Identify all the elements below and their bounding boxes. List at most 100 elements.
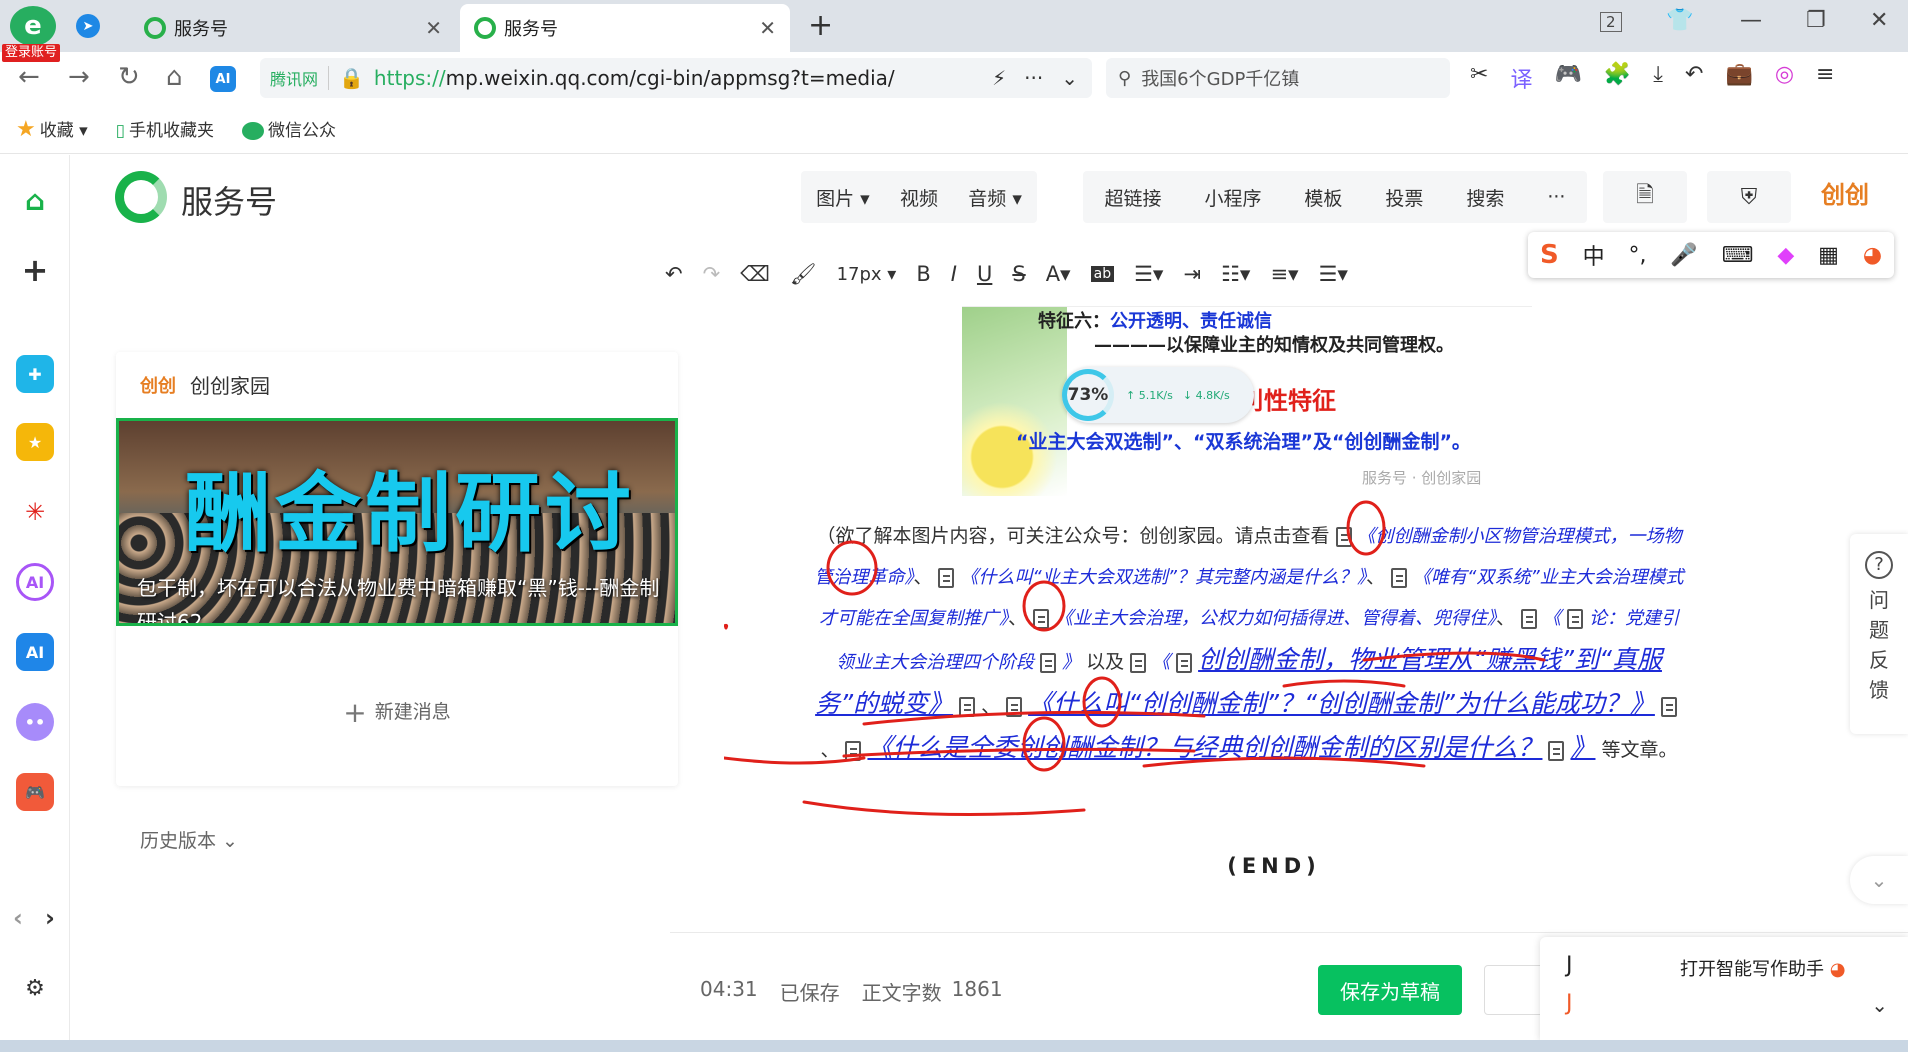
bookmark-favorites[interactable]: ★ 收藏 ▾ bbox=[16, 116, 88, 142]
back-icon[interactable]: ← bbox=[18, 62, 40, 92]
app-network-icon[interactable]: ✳ bbox=[16, 493, 54, 531]
article-link-5-open[interactable]: 《 bbox=[1543, 608, 1561, 629]
chevron-down-icon[interactable]: ⌄ bbox=[1061, 66, 1078, 90]
article-link-5-close[interactable]: 》 bbox=[1062, 652, 1080, 673]
align-icon[interactable]: ☰▾ bbox=[1134, 262, 1163, 286]
tab-count-badge[interactable]: 2 bbox=[1600, 12, 1622, 32]
network-speed-widget[interactable]: 73% ↑ 5.1K/s ↓ 4.8K/s bbox=[1062, 367, 1254, 423]
notification-icon[interactable]: ➤ bbox=[76, 14, 100, 38]
article-paragraph[interactable]: （欲了解本图片内容，可关注公众号：创创家园。请点击查看 《创创酬金制小区物管治理模… bbox=[814, 516, 1684, 771]
grid-icon[interactable]: ▦ bbox=[1818, 243, 1839, 268]
eraser-icon[interactable]: ⌫ bbox=[740, 262, 770, 286]
microphone-icon[interactable]: 🎤 bbox=[1670, 243, 1697, 268]
app-ai-icon[interactable]: AI bbox=[16, 633, 54, 671]
lightning-icon[interactable]: ⚡ bbox=[992, 66, 1006, 90]
app-plus-icon[interactable]: ✚ bbox=[16, 355, 54, 393]
article-link-8-close[interactable]: 》 bbox=[1570, 733, 1595, 762]
more-icon[interactable]: ··· bbox=[1024, 66, 1043, 90]
undo-icon[interactable]: ↶ bbox=[665, 262, 683, 286]
line-height-icon[interactable]: ≡▾ bbox=[1270, 262, 1298, 286]
skin-icon[interactable]: ◆ bbox=[1777, 243, 1794, 268]
tab-service-2[interactable]: 服务号 ✕ bbox=[460, 4, 790, 52]
italic-icon[interactable]: I bbox=[951, 262, 957, 286]
url-input[interactable]: 腾讯网 🔒 https:// mp.weixin.qq.com/cgi-bin/… bbox=[260, 58, 1092, 98]
article-link-7[interactable]: 《什么叫“创创酬金制”？“创创酬金制”为什么能成功？》 bbox=[1028, 689, 1655, 718]
article-link-2[interactable]: 《什么叫“业主大会双选制”？其完整内涵是什么？》 bbox=[960, 567, 1366, 588]
login-badge[interactable]: 登录账号 bbox=[2, 44, 61, 62]
chuangchuang-logo[interactable]: 创创 bbox=[1821, 175, 1869, 210]
close-window-icon[interactable]: ✕ bbox=[1870, 8, 1888, 33]
app-ai-circle-icon[interactable]: AI bbox=[16, 563, 54, 601]
bookmark-wechat[interactable]: 微信公众 bbox=[242, 116, 336, 141]
open-writing-assistant[interactable]: 打开智能写作助手 ◕ bbox=[1680, 955, 1845, 981]
menu-icon[interactable]: ≡ bbox=[1816, 62, 1834, 94]
font-size-select[interactable]: 17px ▾ bbox=[837, 264, 897, 285]
app-star-icon[interactable]: ★ bbox=[16, 423, 54, 461]
verify-badge[interactable]: 腾讯网 bbox=[260, 66, 330, 90]
search-input[interactable]: ⚲ 我国6个GDP千亿镇 bbox=[1106, 58, 1450, 98]
home-icon[interactable]: ⌂ bbox=[16, 181, 54, 219]
close-tab-icon[interactable]: ✕ bbox=[759, 16, 776, 40]
game-icon[interactable]: 🎮 bbox=[1554, 62, 1581, 94]
document-icon[interactable]: 🗎 bbox=[1603, 171, 1687, 223]
scissors-icon[interactable]: ✂ bbox=[1470, 62, 1488, 94]
font-color-icon[interactable]: A▾ bbox=[1046, 262, 1071, 286]
settings-icon[interactable]: ⚙ bbox=[16, 969, 54, 1007]
article-link-8[interactable]: 《什么是全委创创酬金制？与经典创创酬金制的区别是什么？ bbox=[867, 733, 1542, 762]
article-link-6-open[interactable]: 《 bbox=[1152, 652, 1170, 673]
article-image[interactable]: 特征六：公开透明、责任诚信 ————以保障业主的知情权及共同管理权。 刂性特征 … bbox=[962, 306, 1532, 496]
forward-icon[interactable]: → bbox=[68, 62, 90, 92]
indent-icon[interactable]: ⇥ bbox=[1183, 262, 1201, 286]
bold-icon[interactable]: B bbox=[916, 262, 930, 286]
browser-logo-icon[interactable]: e bbox=[10, 6, 56, 46]
insert-vote-button[interactable]: 投票 bbox=[1385, 184, 1423, 211]
puzzle-icon[interactable]: 🧩 bbox=[1604, 62, 1631, 94]
redo-icon[interactable]: ↷ bbox=[703, 262, 721, 286]
article-link-4[interactable]: 《业主大会治理，公权力如何插得进、管得着、兜得住》 bbox=[1055, 608, 1496, 629]
chevron-right-icon[interactable]: › bbox=[40, 899, 60, 937]
new-tab-icon[interactable]: + bbox=[808, 8, 833, 43]
shirt-icon[interactable]: 👕 bbox=[1666, 8, 1693, 33]
ime-language-toggle[interactable]: 中 bbox=[1583, 239, 1605, 271]
insert-audio-button[interactable]: 音频 ▾ bbox=[968, 184, 1022, 211]
tab-service-1[interactable]: 服务号 ✕ bbox=[130, 4, 456, 52]
article-cover[interactable]: 酬金制研讨 包干制，坏在可以合法从物业费中暗箱赚取“黑”钱---酬金制研讨62 bbox=[116, 418, 678, 626]
highlight-icon[interactable]: ab bbox=[1090, 266, 1115, 282]
bookmark-mobile[interactable]: ▯ 手机收藏夹 bbox=[116, 116, 214, 141]
sogou-icon[interactable]: S bbox=[1540, 240, 1559, 270]
new-message-button[interactable]: + 新建消息 bbox=[116, 696, 678, 729]
chevron-left-icon[interactable]: ‹ bbox=[8, 899, 28, 937]
chevron-down-icon[interactable]: ⌄ bbox=[1871, 993, 1888, 1017]
scroll-down-button[interactable]: ⌄ bbox=[1850, 856, 1908, 904]
ai-assistant-icon[interactable]: ◎ bbox=[1775, 62, 1794, 94]
reload-icon[interactable]: ↻ bbox=[118, 62, 140, 92]
history-versions-button[interactable]: 历史版本 ⌄ bbox=[140, 826, 238, 853]
insert-template-button[interactable]: 模板 bbox=[1304, 184, 1342, 211]
app-game-icon[interactable]: 🎮 bbox=[16, 773, 54, 811]
list-icon[interactable]: ☷▾ bbox=[1221, 262, 1250, 286]
underline-icon[interactable]: U bbox=[977, 262, 992, 286]
app-robot-icon[interactable]: •• bbox=[16, 703, 54, 741]
insert-link-button[interactable]: 超链接 bbox=[1104, 184, 1161, 211]
close-tab-icon[interactable]: ✕ bbox=[425, 16, 442, 40]
download-icon[interactable]: ⤓ bbox=[1653, 62, 1663, 94]
undo-icon[interactable]: ↶ bbox=[1685, 62, 1703, 94]
save-draft-button[interactable]: 保存为草稿 bbox=[1318, 965, 1462, 1015]
editor-content[interactable]: 特征六：公开透明、责任诚信 ————以保障业主的知情权及共同管理权。 刂性特征 … bbox=[724, 306, 1824, 932]
maximize-icon[interactable]: ❐ bbox=[1806, 8, 1826, 33]
punctuation-icon[interactable]: °, bbox=[1628, 243, 1646, 268]
strikethrough-icon[interactable]: S bbox=[1012, 262, 1025, 286]
ai-icon[interactable]: AI bbox=[210, 66, 236, 92]
shield-icon[interactable]: ⛨ bbox=[1707, 171, 1791, 223]
insert-search-button[interactable]: 搜索 bbox=[1466, 184, 1504, 211]
format-brush-icon[interactable]: 🖌 bbox=[790, 262, 817, 287]
home-icon[interactable]: ⌂ bbox=[166, 62, 183, 92]
mascot-icon[interactable]: ◕ bbox=[1863, 243, 1882, 268]
more-insert-button[interactable]: ··· bbox=[1547, 186, 1565, 208]
add-icon[interactable]: + bbox=[16, 251, 54, 289]
minimize-icon[interactable]: — bbox=[1740, 8, 1762, 33]
translate-icon[interactable]: 译 bbox=[1510, 62, 1532, 94]
keyboard-icon[interactable]: ⌨ bbox=[1722, 243, 1754, 268]
paragraph-spacing-icon[interactable]: ☰▾ bbox=[1319, 262, 1348, 286]
insert-miniprogram-button[interactable]: 小程序 bbox=[1204, 184, 1261, 211]
